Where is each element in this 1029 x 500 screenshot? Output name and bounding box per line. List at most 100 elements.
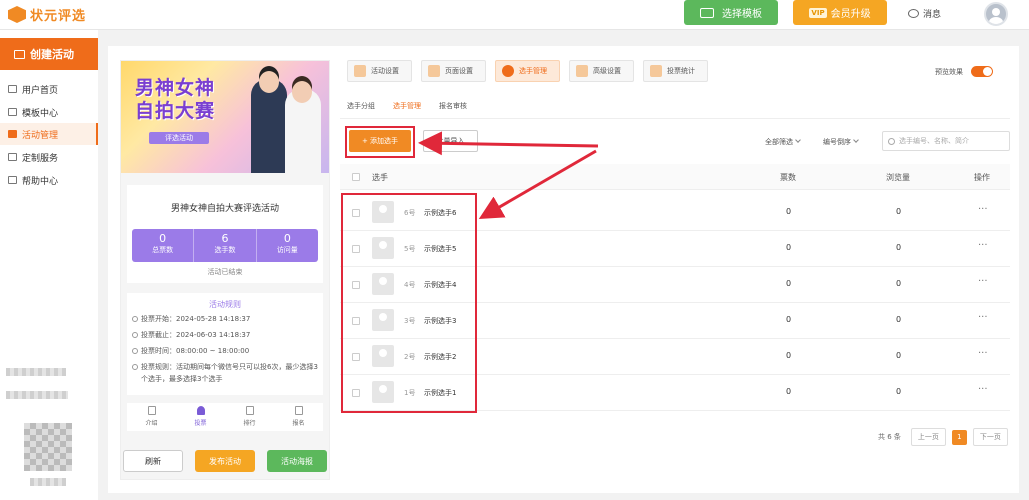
- prev-page-button[interactable]: 上一页: [910, 428, 946, 446]
- banner-title-line: 自拍大赛: [135, 100, 216, 122]
- sidebar-item-templates[interactable]: 模板中心: [0, 101, 98, 123]
- more-actions-icon[interactable]: ···: [978, 276, 988, 287]
- create-activity-button[interactable]: 创建活动: [0, 38, 98, 70]
- subtab-contestants[interactable]: 选手管理: [393, 101, 421, 111]
- tabbar-vote[interactable]: 投票: [176, 403, 225, 431]
- stat-value: 0: [283, 232, 291, 245]
- next-page-button[interactable]: 下一页: [972, 428, 1008, 446]
- tab-page-settings[interactable]: 页面设置: [421, 60, 486, 82]
- message-icon: [908, 9, 919, 18]
- subtab-review[interactable]: 报名审核: [439, 101, 467, 111]
- tab-vote-statistics[interactable]: 投票统计: [643, 60, 708, 82]
- more-actions-icon[interactable]: ···: [978, 204, 988, 215]
- pagination-total: 共 6 条: [878, 433, 901, 441]
- search-input[interactable]: 选手编号、名称、简介: [882, 131, 1010, 151]
- clock-icon: [132, 348, 138, 354]
- vote-icon: [196, 406, 205, 415]
- tabbar-ranking[interactable]: 排行: [225, 403, 274, 431]
- activity-poster-button[interactable]: 活动海报: [267, 450, 327, 472]
- info-icon: [132, 364, 138, 370]
- more-actions-icon[interactable]: ···: [978, 312, 988, 323]
- tab-label: 选手管理: [519, 67, 547, 75]
- tabbar-label: 排行: [243, 420, 256, 427]
- header-votes: 票数: [780, 173, 796, 182]
- pagination: 共 6 条 上一页 1 下一页: [878, 428, 1008, 446]
- search-icon: [888, 137, 895, 145]
- tab-activity-settings[interactable]: 活动设置: [347, 60, 412, 82]
- logo-text: 状元评选: [30, 9, 87, 24]
- signup-icon: [294, 406, 303, 415]
- vip-upgrade-label: 会员升级: [830, 9, 871, 20]
- blurred-caption: [30, 478, 66, 486]
- more-actions-icon[interactable]: ···: [978, 240, 988, 251]
- select-all-checkbox[interactable]: [352, 173, 360, 181]
- clock-icon: [132, 316, 138, 322]
- chevron-down-icon: [795, 137, 801, 143]
- banner-title-line: 男神女神: [135, 77, 216, 99]
- contestant-votes: 0: [786, 315, 792, 324]
- choose-template-button[interactable]: 选择模板: [684, 0, 778, 25]
- home-icon: [8, 85, 17, 93]
- user-avatar[interactable]: [984, 2, 1008, 26]
- tab-advanced-settings[interactable]: 高级设置: [569, 60, 634, 82]
- stat-label: 访问量: [276, 246, 298, 254]
- tabbar-signup[interactable]: 报名: [274, 403, 323, 431]
- batch-import-button[interactable]: 批量导入: [423, 130, 478, 152]
- header-views: 浏览量: [886, 173, 910, 182]
- activity-stats: 0 总票数 6 选手数 0 访问量: [132, 229, 318, 262]
- template-icon: [700, 7, 714, 18]
- current-page[interactable]: 1: [951, 429, 967, 445]
- banner-photo-man: [251, 71, 287, 173]
- intro-icon: [147, 406, 156, 415]
- contestant-votes: 0: [786, 387, 792, 396]
- filter-all-dropdown[interactable]: 全部筛选: [765, 137, 801, 147]
- sidebar-item-label: 用户首页: [22, 85, 59, 96]
- stat-label: 总票数: [152, 246, 174, 254]
- sidebar: 创建活动 用户首页 模板中心 活动管理 定制服务 帮助中心: [0, 30, 98, 500]
- create-activity-label: 创建活动: [30, 48, 74, 61]
- tabbar-intro[interactable]: 介绍: [127, 403, 176, 431]
- sidebar-item-home[interactable]: 用户首页: [0, 78, 98, 100]
- sidebar-item-custom-service[interactable]: 定制服务: [0, 146, 98, 168]
- contestant-views: 0: [896, 315, 902, 324]
- contestant-votes: 0: [786, 207, 792, 216]
- preview-switch[interactable]: [971, 66, 993, 77]
- settings-icon: [354, 65, 366, 77]
- rule-item: 投票开始：2024-05-28 14:18:37: [132, 313, 250, 325]
- refresh-button[interactable]: 刷新: [123, 450, 183, 472]
- qr-code-image: [24, 423, 72, 471]
- clock-icon: [132, 332, 138, 338]
- vip-badge: VIP: [809, 7, 827, 18]
- stats-icon: [650, 65, 662, 77]
- tab-contestant-management[interactable]: 选手管理: [495, 60, 560, 82]
- messages-link[interactable]: 消息: [908, 7, 941, 20]
- mobile-preview: 男神女神 自拍大赛 评选活动 男神女神自拍大赛评选活动 0 总票数 6 选手数 …: [120, 60, 330, 480]
- contestant-votes: 0: [786, 279, 792, 288]
- sidebar-item-activity-management[interactable]: 活动管理: [0, 123, 98, 145]
- sidebar-item-help[interactable]: 帮助中心: [0, 169, 98, 191]
- subtab-groups[interactable]: 选手分组: [347, 101, 375, 111]
- header-contestant: 选手: [372, 173, 388, 182]
- logo[interactable]: 状元评选: [8, 5, 86, 24]
- sort-dropdown[interactable]: 编号倒序: [823, 137, 859, 147]
- tab-label: 页面设置: [445, 67, 473, 75]
- rule-text: 投票截止：2024-06-03 14:18:37: [141, 331, 251, 339]
- highlight-box-add-button: [345, 126, 415, 158]
- template-icon: [8, 108, 17, 116]
- tab-label: 投票统计: [667, 67, 695, 75]
- more-actions-icon[interactable]: ···: [978, 348, 988, 359]
- rule-item: 投票时间：08:00:00 ~ 18:00:00: [132, 345, 249, 357]
- more-actions-icon[interactable]: ···: [978, 384, 988, 395]
- stat-visits: 0 访问量: [257, 229, 318, 262]
- help-icon: [8, 176, 17, 184]
- table-header: 选手 票数 浏览量 操作: [340, 164, 1010, 190]
- contestant-votes: 0: [786, 351, 792, 360]
- activity-info-card: 男神女神自拍大赛评选活动 0 总票数 6 选手数 0 访问量 活动已结束: [127, 185, 323, 283]
- service-icon: [8, 153, 17, 161]
- chevron-down-icon: [853, 137, 859, 143]
- contestant-views: 0: [896, 243, 902, 252]
- vip-upgrade-button[interactable]: VIP 会员升级: [793, 0, 887, 25]
- blurred-contact-info: [6, 368, 66, 376]
- contestant-views: 0: [896, 387, 902, 396]
- publish-activity-button[interactable]: 发布活动: [195, 450, 255, 472]
